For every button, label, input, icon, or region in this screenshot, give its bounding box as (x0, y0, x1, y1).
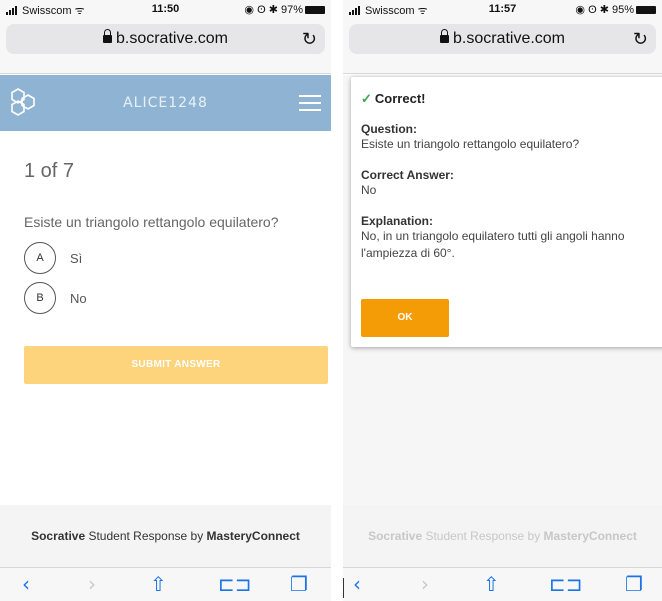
phone-screen-quiz: Swisscom ᯤ 11:50 ◉ ʘ ✱ 97% b.socrative.c… (0, 0, 331, 601)
browser-toolbar: ‹ › ⇧ ⊏⊐ ❐ (343, 567, 662, 601)
footer-company: MasteryConnect (206, 529, 300, 543)
browser-url-bar: b.socrative.com ↻ (0, 18, 331, 74)
reload-icon[interactable]: ↻ (302, 24, 317, 54)
answer-choice-a[interactable]: A Sì (24, 242, 82, 274)
browser-url-bar: b.socrative.com ↻ (343, 18, 662, 74)
reload-icon[interactable]: ↻ (633, 24, 648, 54)
text-cursor (343, 578, 344, 598)
question-progress: 1 of 7 (24, 160, 75, 182)
answer-choice-b[interactable]: B No (24, 282, 87, 314)
back-icon[interactable]: ‹ (353, 572, 361, 596)
address-field[interactable]: b.socrative.com ↻ (6, 24, 325, 54)
choice-letter: A (24, 242, 56, 274)
correct-answer-text: No (361, 183, 377, 197)
tabs-icon[interactable]: ❐ (625, 572, 643, 596)
battery-icon (636, 6, 656, 14)
question-label: Question: (361, 122, 417, 136)
footer-text: Student Response by (85, 529, 207, 543)
explanation-label: Explanation: (361, 214, 434, 228)
ok-button[interactable]: OK (361, 299, 449, 337)
status-bar: Swisscom ᯤ 11:50 ◉ ʘ ✱ 97% (0, 0, 331, 18)
share-icon[interactable]: ⇧ (150, 572, 167, 596)
footer-company: MasteryConnect (543, 529, 637, 543)
battery-percent: 95% (611, 4, 634, 16)
status-bar: Swisscom ᯤ 11:57 ◉ ʘ ✱ 95% (343, 0, 662, 18)
footer-brand: Socrative (368, 529, 423, 543)
battery-percent: 97% (280, 4, 303, 16)
back-icon[interactable]: ‹ (22, 572, 30, 596)
browser-toolbar: ‹ › ⇧ ⊏⊐ ❐ (0, 567, 331, 601)
result-modal: ✓ Correct! Question: Esiste un triangolo … (351, 77, 662, 347)
app-header: ALICE1248 (0, 75, 331, 131)
forward-icon[interactable]: › (421, 572, 429, 596)
choice-label: Sì (70, 250, 83, 266)
room-name: ALICE1248 (123, 95, 208, 111)
menu-icon[interactable] (299, 95, 321, 111)
share-icon[interactable]: ⇧ (483, 572, 500, 596)
lock-icon (439, 29, 449, 43)
choice-letter: B (24, 282, 56, 314)
question-text: Esiste un triangolo rettangolo equilater… (361, 137, 580, 151)
url-text: b.socrative.com (452, 30, 566, 47)
app-footer: Socrative Student Response by MasteryCon… (343, 505, 662, 567)
footer-brand: Socrative (31, 529, 86, 543)
result-title: Correct! (374, 91, 426, 106)
check-icon: ✓ (361, 91, 372, 106)
choice-label: No (70, 290, 87, 306)
address-field[interactable]: b.socrative.com ↻ (349, 24, 656, 54)
forward-icon[interactable]: › (88, 572, 96, 596)
url-text: b.socrative.com (115, 30, 229, 47)
submit-answer-button[interactable]: SUBMIT ANSWER (24, 346, 328, 384)
lock-icon (102, 29, 112, 43)
phone-screen-result: Swisscom ᯤ 11:57 ◉ ʘ ✱ 95% b.socrative.c… (343, 0, 662, 601)
correct-answer-label: Correct Answer: (361, 168, 454, 182)
footer-text: Student Response by (422, 529, 544, 543)
bookmarks-icon[interactable]: ⊏⊐ (549, 572, 583, 596)
app-footer: Socrative Student Response by MasteryCon… (0, 505, 331, 567)
explanation-text: No, in un triangolo equilatero tutti gli… (361, 229, 625, 260)
tabs-icon[interactable]: ❐ (290, 572, 308, 596)
question-text: Esiste un triangolo rettangolo equilater… (24, 214, 279, 230)
battery-icon (305, 6, 325, 14)
bookmarks-icon[interactable]: ⊏⊐ (218, 572, 252, 596)
